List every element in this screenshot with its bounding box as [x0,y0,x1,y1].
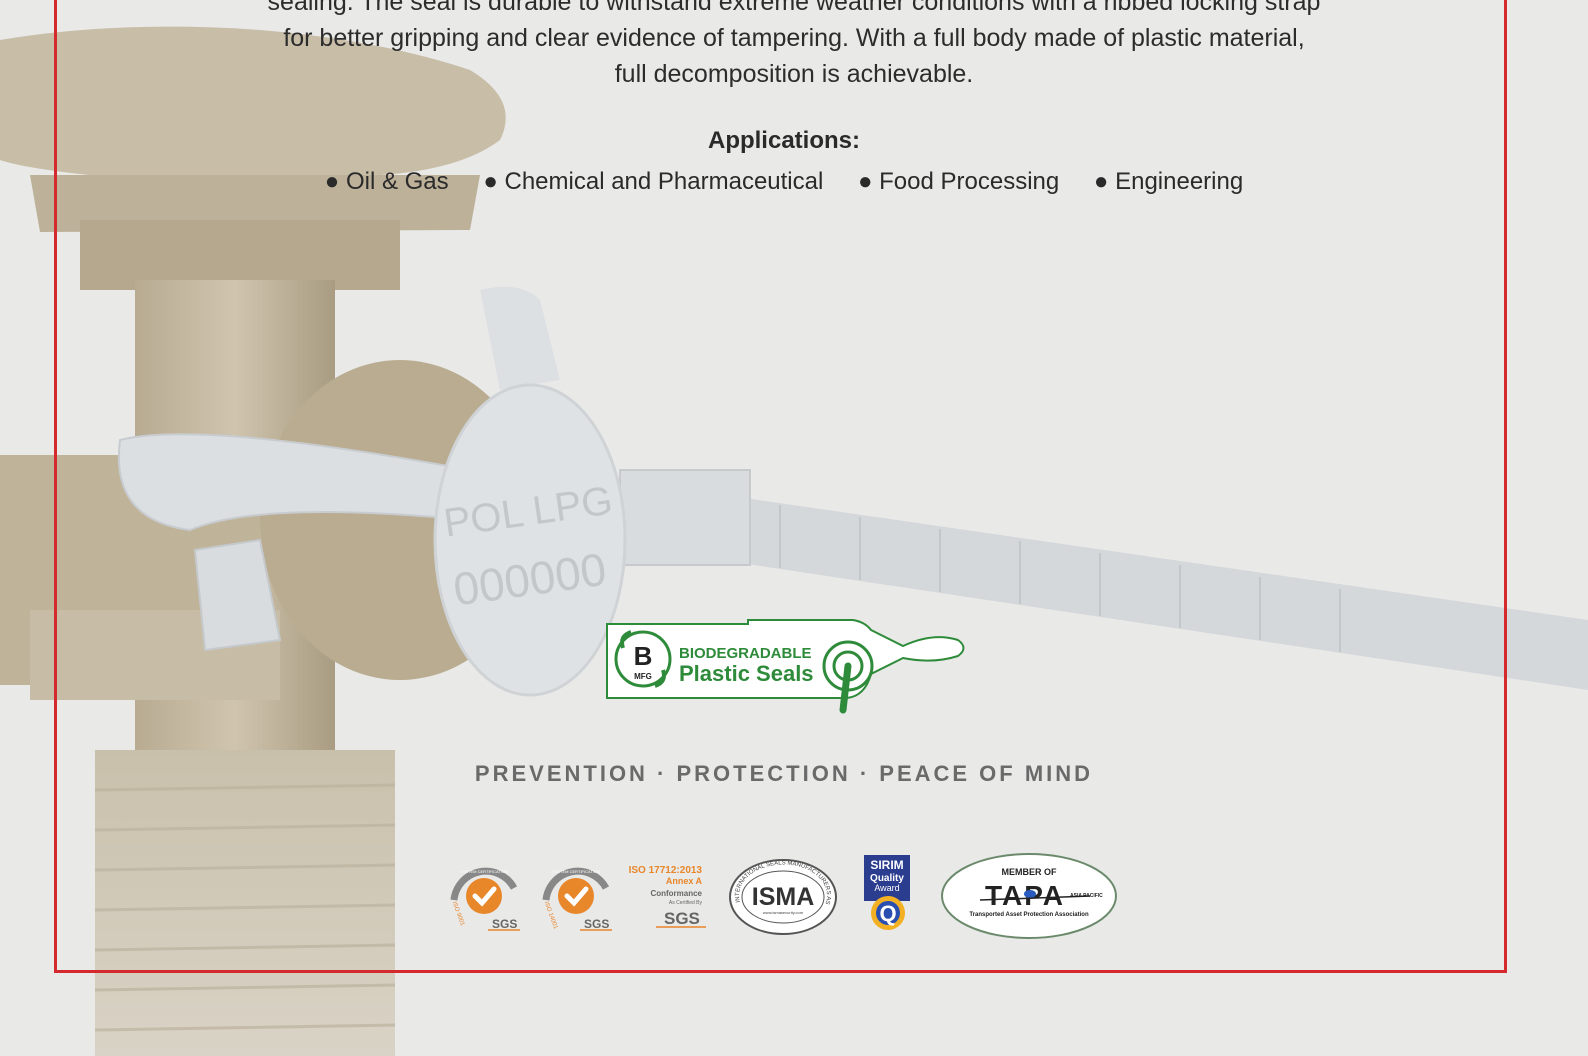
tapa-full: Transported Asset Protection Association [969,912,1089,918]
application-item: ● Food Processing [857,168,1060,195]
tapa-badge: MEMBER OF TAPA ASIA PACIFIC Transported … [941,853,1117,939]
sgs1-brand: SGS [492,917,517,931]
iso-brand: SGS [664,909,700,928]
application-item: ● Chemical and Pharmaceutical [483,168,824,195]
sirim-badge: SIRIM Quality Award Q [864,855,910,930]
iso-line-4: As Certified By [669,900,703,906]
sirim-line-1: SIRIM [870,858,903,872]
sgs1-top-text: SYSTEM CERTIFICATION [460,869,508,874]
iso-line-3: Conformance [650,889,702,898]
iso-line-2: Annex A [666,876,703,886]
application-item: ● Oil & Gas [324,168,449,195]
isma-badge: INTERNATIONAL SEALS MANUFACTURERS ASSOCI… [728,858,837,935]
sgs1-side-text: ISO 9001 [451,901,466,927]
tapa-region: ASIA PACIFIC [1070,893,1103,899]
sirim-letter: Q [879,901,896,926]
tapa-member: MEMBER OF [1002,867,1058,877]
sgs-iso9001-badge: SYSTEM CERTIFICATION ISO 9001 SGS [450,867,520,931]
sgs2-top-text: SYSTEM CERTIFICATION [552,869,600,874]
sgs2-side-text: ISO 14001 [543,901,559,931]
isma-url: www.ismasecurity.com [763,910,804,915]
logo-line-1: BIODEGRADABLE [679,645,812,662]
iso-line-1: ISO 17712:2013 [629,865,703,876]
isma-name: ISMA [752,883,815,911]
sirim-line-3: Award [874,883,899,893]
iso17712-badge: ISO 17712:2013 Annex A Conformance As Ce… [629,865,706,928]
biodegradable-logo: B MFG BIODEGRADABLE Plastic Seals [606,619,965,714]
logo-letter: B [634,641,653,671]
description-line-2: for better gripping and clear evidence o… [283,24,1305,52]
description-line-3: full decomposition is achievable. [614,60,974,88]
description-line-1: sealing. The seal is durable to withstan… [267,0,1321,16]
sgs2-brand: SGS [584,917,609,931]
logo-mfg: MFG [634,672,652,681]
logo-line-2: Plastic Seals [679,661,814,686]
applications-list: ● Oil & Gas ● Chemical and Pharmaceutica… [0,168,1568,196]
sgs-iso14001-badge: SYSTEM CERTIFICATION ISO 14001 SGS [542,867,612,931]
tagline: PREVENTION · PROTECTION · PEACE OF MIND [474,761,1094,786]
product-description: sealing. The seal is durable to withstan… [200,0,1388,92]
applications-heading: Applications: [707,127,860,154]
application-item: ● Engineering [1093,168,1244,195]
